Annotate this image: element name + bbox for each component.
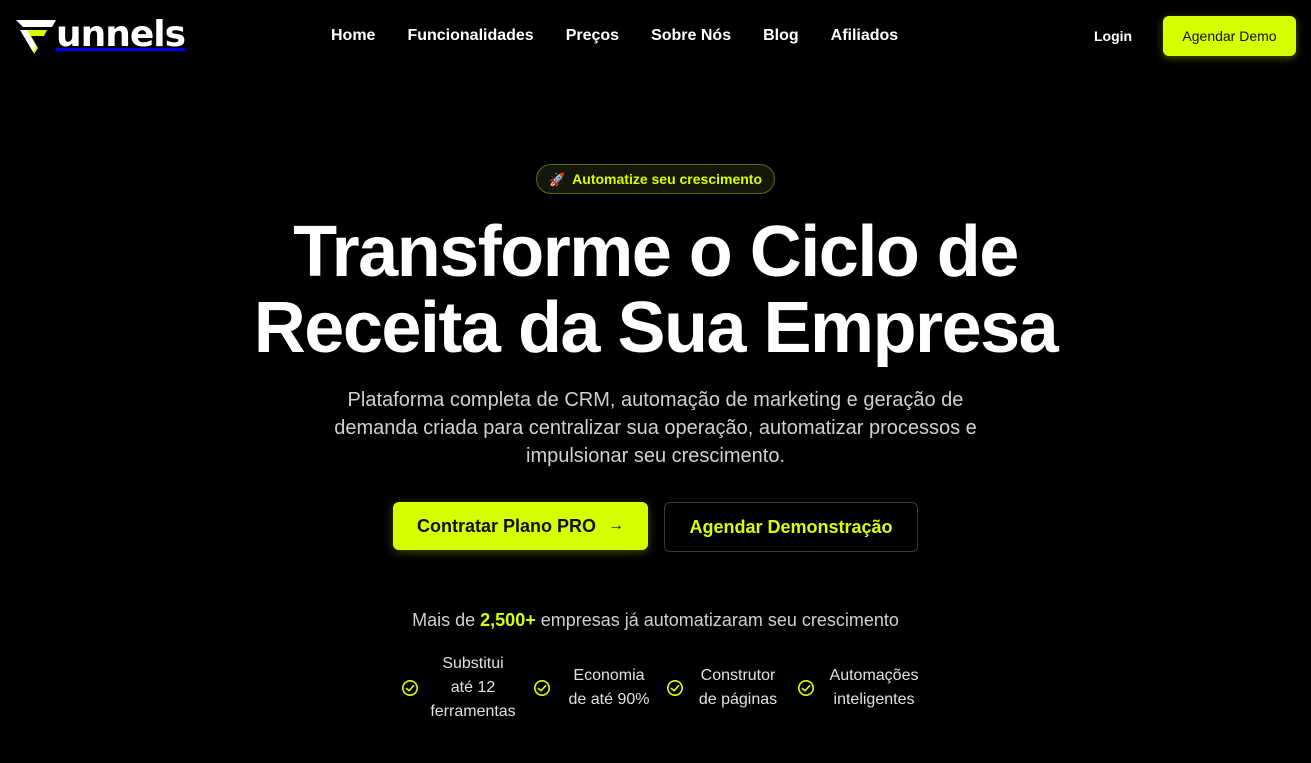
- nav-item-blog[interactable]: Blog: [763, 26, 799, 46]
- social-proof: Mais de 2,500+ empresas já automatizaram…: [0, 610, 1311, 631]
- feature-item: Automações inteligentes: [797, 664, 925, 712]
- nav-item-funcionalidades[interactable]: Funcionalidades: [407, 26, 533, 46]
- feature-text: Economia de até 90%: [559, 664, 659, 712]
- feature-text: Substitui até 12 ferramentas: [427, 652, 519, 724]
- logo[interactable]: unnels: [16, 14, 186, 56]
- feature-line: Substitui: [442, 655, 504, 672]
- nav-item-home[interactable]: Home: [331, 26, 375, 46]
- hero-title: Transforme o Ciclo de Receita da Sua Emp…: [0, 214, 1311, 366]
- social-proof-prefix: Mais de: [412, 610, 476, 630]
- check-circle-icon: [533, 679, 551, 697]
- feature-text: Construtor de páginas: [692, 664, 784, 712]
- agendar-demo-button[interactable]: Agendar Demo: [1163, 16, 1296, 56]
- rocket-icon: 🚀: [548, 171, 566, 187]
- feature-line: ferramentas: [430, 703, 516, 720]
- nav-item-afiliados[interactable]: Afiliados: [831, 26, 899, 46]
- login-link[interactable]: Login: [1094, 28, 1132, 44]
- contratar-plano-pro-button[interactable]: Contratar Plano PRO →: [393, 502, 648, 550]
- feature-line: de páginas: [698, 691, 778, 708]
- agendar-demonstracao-button[interactable]: Agendar Demonstração: [664, 502, 918, 552]
- feature-line: Automações: [829, 667, 919, 684]
- site-header: unnels Home Funcionalidades Preços Sobre…: [0, 0, 1311, 72]
- feature-item: Construtor de páginas: [666, 664, 784, 712]
- social-proof-suffix: empresas já automatizaram seu cresciment…: [540, 610, 899, 630]
- logo-text: unnels: [56, 14, 186, 55]
- main-nav: Home Funcionalidades Preços Sobre Nós Bl…: [331, 26, 898, 46]
- feature-line: Economia: [573, 667, 645, 684]
- logo-f-icon: [16, 20, 56, 54]
- nav-item-precos[interactable]: Preços: [566, 26, 619, 46]
- feature-item: Economia de até 90%: [533, 664, 659, 712]
- feature-text: Automações inteligentes: [823, 664, 925, 712]
- feature-line: de até 90%: [568, 691, 650, 708]
- hero-badge: 🚀 Automatize seu crescimento: [536, 164, 775, 194]
- arrow-right-icon: →: [608, 517, 625, 534]
- feature-line: Construtor: [700, 667, 776, 684]
- check-circle-icon: [797, 679, 815, 697]
- feature-list: Substitui até 12 ferramentas Economia de…: [0, 652, 1311, 732]
- nav-item-sobre-nos[interactable]: Sobre Nós: [651, 26, 731, 46]
- check-circle-icon: [401, 679, 419, 697]
- feature-line: inteligentes: [833, 691, 915, 708]
- hero-badge-label: Automatize seu crescimento: [572, 171, 763, 187]
- contratar-plano-pro-label: Contratar Plano PRO: [416, 515, 597, 536]
- feature-item: Substitui até 12 ferramentas: [401, 652, 519, 724]
- feature-line: até 12: [450, 679, 496, 696]
- hero-title-line-2: Receita da Sua Empresa: [253, 288, 1059, 368]
- check-circle-icon: [666, 679, 684, 697]
- hero-title-line-1: Transforme o Ciclo de: [293, 212, 1019, 292]
- social-proof-count: 2,500+: [480, 610, 536, 630]
- hero-subtitle: Plataforma completa de CRM, automação de…: [334, 389, 977, 467]
